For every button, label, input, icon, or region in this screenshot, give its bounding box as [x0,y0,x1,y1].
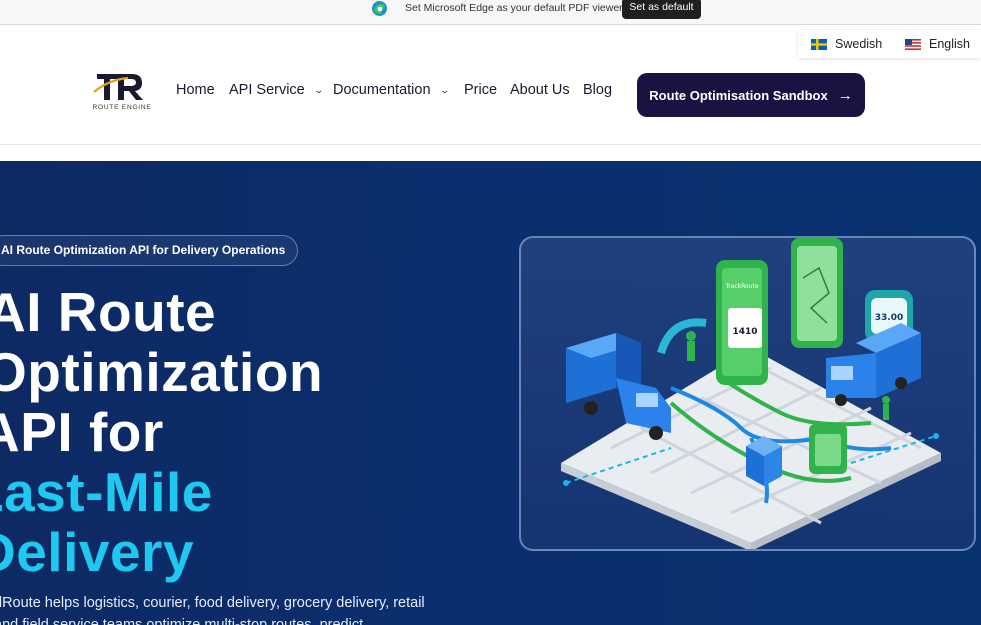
hero-headline-line-3: API for [0,401,164,463]
logo-subtitle: ROUTE ENGINE [92,104,152,111]
edge-message: Set Microsoft Edge as your default PDF v… [405,2,623,14]
language-english[interactable]: English [905,37,970,51]
language-swedish[interactable]: Swedish [811,37,882,51]
hero-headline-line-1: AI Route [0,281,217,343]
phone-card-value: 1410 [732,327,757,337]
nav-api-service-label: API Service [229,82,305,98]
nav-blog[interactable]: Blog [583,82,612,98]
language-switcher: Swedish English [798,30,981,58]
nav-home[interactable]: Home [176,82,215,98]
hero-lead-text-2: and field service teams optimize multi-s… [0,617,364,625]
edge-icon [371,0,388,17]
set-default-button[interactable]: Set as default [622,0,701,19]
nav-api-service[interactable]: API Service ⌄ [229,82,324,98]
phone-brand: TrackRoute [724,283,758,290]
header-divider [0,144,981,145]
nav-price[interactable]: Price [464,82,497,98]
hero-badge: AI Route Optimization API for Delivery O… [0,235,299,266]
hero-section: AI Route Optimization API for Delivery O… [0,161,981,625]
route-optimisation-sandbox-button[interactable]: Route Optimisation Sandbox → [637,73,865,117]
us-flag-icon [905,38,921,50]
nav-about-us[interactable]: About Us [510,82,570,98]
chevron-down-icon: ⌄ [313,84,324,95]
price-tag: 33.00 [875,313,903,323]
nav-documentation[interactable]: Documentation ⌄ [333,82,450,98]
hero-lead-text: dRoute helps logistics, courier, food de… [0,595,425,611]
nav-blog-label: Blog [583,82,613,98]
edge-notification-bar: Set Microsoft Edge as your default PDF v… [0,0,981,25]
hero-headline-line-5: Delivery [0,521,195,583]
nav-about-label: About Us [510,82,570,98]
nav-home-label: Home [176,82,215,98]
cta-label: Route Optimisation Sandbox [649,87,828,103]
chevron-down-icon: ⌄ [439,84,450,95]
route-engine-logo[interactable]: ROUTE ENGINE [88,70,156,114]
sweden-flag-icon [811,38,827,50]
hero-headline-line-4: Last-Mile [0,461,213,523]
language-label: English [929,37,970,51]
language-label: Swedish [835,37,883,51]
nav-documentation-label: Documentation [333,82,431,98]
route-optimization-illustration: 1410 TrackRoute 33.00 [519,236,976,551]
arrow-right-icon: → [837,86,853,104]
hero-headline-line-2: Optimization [0,341,324,403]
nav-price-label: Price [464,82,498,98]
